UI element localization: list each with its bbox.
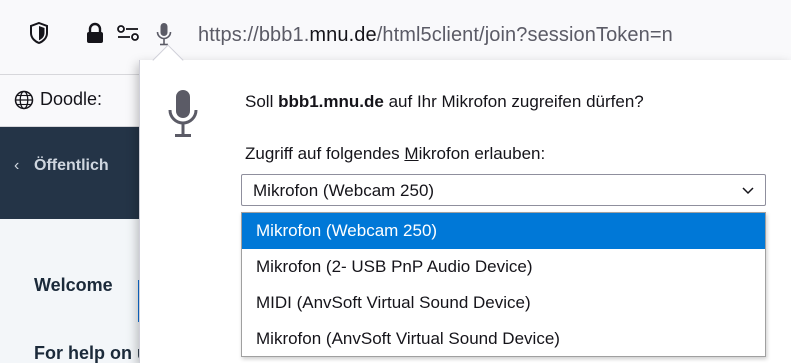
allow-label-suffix: ikrofon erlauben: [418, 144, 546, 163]
dropdown-option[interactable]: MIDI (AnvSoft Virtual Sound Device) [242, 285, 765, 321]
url-domain: mnu.de [309, 24, 377, 46]
dropdown-option[interactable]: Mikrofon (Webcam 250) [242, 213, 765, 249]
bookmark-doodle[interactable]: Doodle: [14, 89, 102, 110]
microphone-select-value: Mikrofon (Webcam 250) [253, 181, 435, 200]
question-suffix: auf Ihr Mikrofon zugreifen dürfen? [383, 92, 644, 111]
microphone-dropdown-list: Mikrofon (Webcam 250) Mikrofon (2- USB P… [241, 212, 766, 357]
allow-label-accel: M [404, 144, 419, 163]
bookmark-label: Doodle: [40, 89, 103, 109]
question-site: bbb1.mnu.de [278, 92, 384, 111]
url-prefix: https://bbb1. [198, 24, 310, 46]
dropdown-option[interactable]: Mikrofon (AnvSoft Virtual Sound Device) [242, 321, 765, 357]
allow-label: Zugriff auf folgendes Mikrofon erlauben: [245, 144, 545, 164]
welcome-text: Welcome [34, 275, 113, 295]
globe-icon [14, 90, 34, 109]
microphone-select[interactable]: Mikrofon (Webcam 250) [241, 174, 766, 206]
microphone-icon[interactable] [156, 22, 172, 46]
lock-icon[interactable] [86, 22, 104, 44]
chevron-left-icon[interactable]: ‹ [14, 157, 19, 175]
microphone-icon-large [167, 88, 199, 145]
chevron-down-icon[interactable] [741, 183, 755, 202]
back-link[interactable]: Öffentlich [34, 157, 109, 175]
url-text[interactable]: https://bbb1.mnu.de/html5client/join?ses… [198, 24, 673, 47]
allow-label-prefix: Zugriff auf folgendes [245, 144, 405, 163]
url-suffix: /html5client/join?sessionToken=n [376, 24, 673, 46]
dropdown-option[interactable]: Mikrofon (2- USB PnP Audio Device) [242, 249, 765, 285]
permissions-icon[interactable] [116, 22, 140, 44]
shield-icon[interactable] [29, 22, 49, 44]
permission-question: Soll bbb1.mnu.de auf Ihr Mikrofon zugrei… [245, 92, 644, 112]
question-prefix: Soll [245, 92, 279, 111]
